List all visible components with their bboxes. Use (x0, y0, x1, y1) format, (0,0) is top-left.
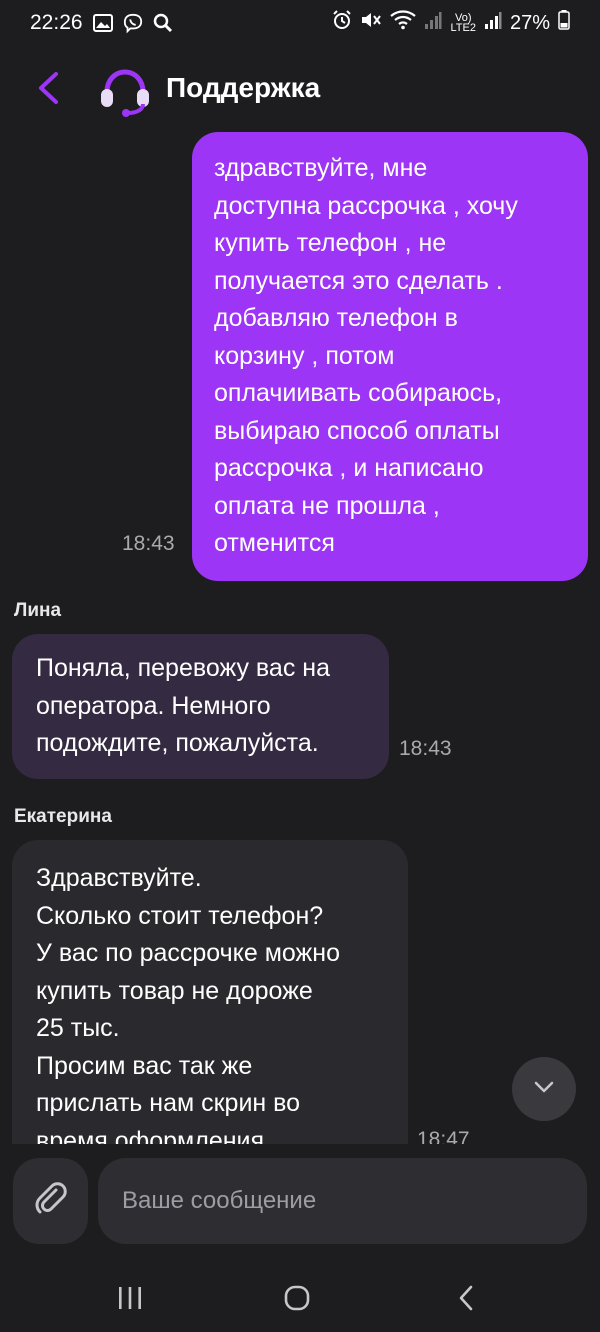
recent-apps-icon (116, 1285, 144, 1316)
system-back-button[interactable] (436, 1282, 496, 1318)
search-icon (153, 13, 173, 33)
scroll-down-button[interactable] (512, 1057, 576, 1121)
message-sender: Екатерина (14, 806, 112, 827)
signal-icon-2 (484, 10, 502, 36)
chat-header: Поддержка (0, 56, 600, 124)
status-right: Vo) LTE2 27% (332, 10, 570, 36)
mute-icon (360, 10, 382, 36)
message-time: 18:43 (399, 737, 452, 760)
message-input[interactable] (98, 1158, 587, 1244)
status-bar: 22:26 Vo) LTE2 27% (0, 0, 600, 46)
network-label-bottom: LTE2 (450, 22, 476, 34)
status-time: 22:26 (30, 11, 83, 34)
system-nav-bar (0, 1262, 600, 1332)
back-button[interactable] (28, 68, 68, 112)
message-sender: Лина (14, 600, 62, 621)
battery-percent: 27% (509, 11, 550, 34)
support-avatar (98, 64, 152, 118)
viber-icon (123, 13, 143, 34)
incoming-message-bubble: Здравствуйте. Сколько стоит телефон? У в… (12, 840, 408, 1144)
paperclip-icon (34, 1181, 68, 1221)
incoming-message-bubble: Поняла, перевожу вас на оператора. Немно… (12, 634, 389, 779)
gallery-icon (92, 13, 113, 33)
network-type-label: Vo) LTE2 (450, 13, 476, 34)
wifi-icon (390, 10, 417, 36)
alarm-icon (332, 10, 352, 36)
message-time: 18:47 (417, 1128, 470, 1144)
home-button[interactable] (267, 1282, 327, 1318)
system-back-icon (456, 1284, 476, 1317)
battery-icon (558, 10, 570, 36)
recent-apps-button[interactable] (100, 1282, 160, 1318)
attach-button[interactable] (13, 1158, 88, 1244)
chevron-left-icon (36, 71, 60, 110)
signal-icon (424, 10, 442, 36)
page-title: Поддержка (166, 72, 321, 103)
outgoing-message-bubble: здравствуйте, мне доступна рассрочка , х… (192, 132, 588, 581)
headset-icon (98, 69, 152, 122)
home-icon (283, 1284, 311, 1317)
message-time: 18:43 (122, 532, 175, 555)
status-left: 22:26 (30, 11, 173, 35)
chevron-down-icon (533, 1080, 555, 1099)
chat-messages[interactable]: здравствуйте, мне доступна рассрочка , х… (0, 128, 600, 1144)
